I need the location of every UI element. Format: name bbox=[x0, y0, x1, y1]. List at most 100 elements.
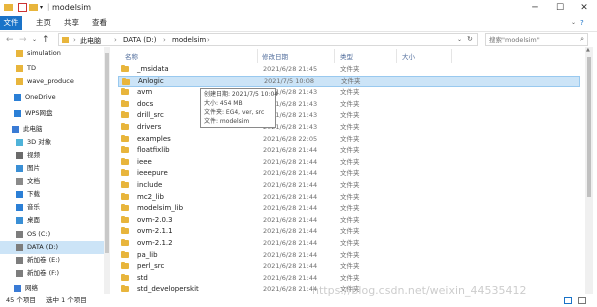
sidebar-item[interactable]: 网络 bbox=[0, 282, 104, 294]
file-row[interactable]: modelsim_lib 2021/6/28 21:44 文件夹 bbox=[118, 203, 580, 214]
recent-dropdown-icon[interactable]: ⌄ bbox=[32, 35, 37, 45]
sidebar-scroll-thumb[interactable] bbox=[105, 53, 109, 253]
file-row[interactable]: mc2_lib 2021/6/28 21:44 文件夹 bbox=[118, 192, 580, 203]
sidebar-item[interactable]: WPS网盘 bbox=[0, 107, 104, 120]
sidebar-item[interactable]: 音乐 bbox=[0, 201, 104, 214]
sidebar-item[interactable]: 文档 bbox=[0, 175, 104, 188]
file-name: ovm-2.1.2 bbox=[137, 239, 173, 247]
search-icon[interactable]: ⌕ bbox=[580, 35, 584, 44]
tab-home[interactable]: 主页 bbox=[30, 16, 57, 30]
file-name: std bbox=[137, 273, 148, 282]
address-folder-icon bbox=[62, 37, 69, 43]
column-divider[interactable] bbox=[334, 49, 335, 63]
file-name: modelsim_lib bbox=[137, 204, 184, 213]
file-row[interactable]: examples 2021/6/28 22:05 文件夹 bbox=[118, 134, 580, 145]
file-list-scrollbar[interactable]: ▲ bbox=[585, 47, 593, 294]
file-name: include bbox=[137, 181, 163, 189]
sidebar-item[interactable]: 图片 bbox=[0, 162, 104, 175]
folder-icon bbox=[121, 227, 129, 235]
properties-icon[interactable] bbox=[18, 3, 27, 12]
sidebar-item[interactable]: 桌面 bbox=[0, 214, 104, 227]
breadcrumb-modelsim[interactable]: modelsim bbox=[172, 36, 206, 44]
search-input[interactable] bbox=[489, 35, 569, 44]
tab-view[interactable]: 查看 bbox=[86, 16, 113, 30]
address-dropdown-icon[interactable]: ⌄ bbox=[457, 36, 462, 43]
up-arrow-icon[interactable]: ↑ bbox=[42, 35, 50, 45]
tab-file[interactable]: 文件 bbox=[0, 16, 22, 30]
help-icon[interactable]: ? bbox=[580, 16, 584, 30]
file-row[interactable]: avm 2021/6/28 21:43 文件夹 bbox=[118, 87, 580, 98]
file-row[interactable]: ieee 2021/6/28 21:44 文件夹 bbox=[118, 157, 580, 168]
folder-icon bbox=[121, 65, 129, 72]
sidebar-item[interactable]: OneDrive bbox=[0, 91, 104, 104]
tab-share[interactable]: 共享 bbox=[58, 16, 85, 30]
new-folder-icon[interactable] bbox=[29, 4, 38, 11]
file-row[interactable]: pa_lib 2021/6/28 21:44 文件夹 bbox=[118, 250, 580, 261]
large-icons-view-icon[interactable] bbox=[578, 297, 586, 304]
file-list-scroll-thumb[interactable] bbox=[587, 57, 591, 197]
folder-icon bbox=[121, 239, 129, 246]
folder-icon bbox=[121, 285, 129, 293]
column-divider[interactable] bbox=[451, 49, 452, 63]
file-row[interactable]: std 2021/6/28 21:44 文件夹 bbox=[118, 273, 580, 284]
sidebar-item[interactable]: 新加卷 (F:) bbox=[0, 267, 104, 280]
column-header-size[interactable]: 大小 bbox=[402, 51, 415, 61]
sidebar-item[interactable]: 此电脑 bbox=[0, 123, 104, 136]
file-name: drivers bbox=[137, 123, 162, 131]
file-row[interactable]: floatfixlib 2021/6/28 21:44 文件夹 bbox=[118, 145, 580, 156]
folder-icon bbox=[121, 146, 129, 154]
sidebar-item[interactable]: 3D 对象 bbox=[0, 136, 104, 149]
file-row[interactable]: perl_src 2021/6/28 21:44 文件夹 bbox=[118, 261, 580, 272]
address-bar[interactable]: › 此电脑 › DATA (D:) › modelsim › ⌄ ↻ bbox=[58, 33, 478, 46]
file-row[interactable]: drivers 2021/6/28 21:43 文件夹 bbox=[118, 122, 580, 133]
column-header-name[interactable]: 名称 bbox=[125, 51, 138, 61]
sidebar-item[interactable]: 新加卷 (E:) bbox=[0, 254, 104, 267]
scroll-up-icon[interactable]: ▲ bbox=[586, 47, 590, 53]
sidebar-item[interactable]: 下载 bbox=[0, 188, 104, 201]
breadcrumb-this-pc[interactable]: 此电脑 bbox=[80, 36, 101, 46]
file-type: 文件夹 bbox=[340, 192, 360, 201]
window-title: modelsim bbox=[52, 3, 92, 12]
file-list: _msidata 2021/6/28 21:45 文件夹 Anlogic 2021/7/… bbox=[111, 64, 581, 294]
column-header-type[interactable]: 类型 bbox=[340, 51, 353, 61]
sidebar-item[interactable]: wave_produce bbox=[0, 75, 104, 88]
back-arrow-icon[interactable]: ← bbox=[6, 35, 14, 45]
file-row[interactable]: ovm-2.1.2 2021/6/28 21:44 文件夹 bbox=[118, 238, 580, 249]
file-modified-date: 2021/6/28 21:45 bbox=[263, 65, 318, 73]
sidebar-item[interactable]: simulation bbox=[0, 47, 104, 60]
file-row[interactable]: include 2021/6/28 21:44 文件夹 bbox=[118, 180, 580, 191]
sidebar-item-label: 桌面 bbox=[27, 216, 40, 224]
file-row[interactable]: ieeepure 2021/6/28 21:44 文件夹 bbox=[118, 168, 580, 179]
search-box[interactable]: ⌕ bbox=[485, 33, 588, 46]
sidebar-item[interactable]: 视频 bbox=[0, 149, 104, 162]
desktop-icon bbox=[16, 217, 23, 224]
file-row[interactable]: drill_src 2021/6/28 21:43 文件夹 bbox=[118, 110, 580, 121]
file-row[interactable]: Anlogic 2021/7/5 10:08 文件夹 bbox=[118, 75, 580, 87]
column-header-date[interactable]: 修改日期 bbox=[262, 51, 288, 61]
sidebar-item-label: OS (C:) bbox=[27, 230, 51, 238]
file-row[interactable]: docs 2021/6/28 21:43 文件夹 bbox=[118, 99, 580, 110]
folder-icon bbox=[121, 181, 129, 188]
column-divider[interactable] bbox=[257, 49, 258, 63]
file-modified-date: 2021/6/28 21:44 bbox=[263, 262, 318, 271]
forward-arrow-icon[interactable]: → bbox=[19, 35, 27, 45]
details-view-icon[interactable] bbox=[564, 297, 572, 304]
video-icon bbox=[16, 152, 23, 159]
sidebar-item[interactable]: OS (C:) bbox=[0, 228, 104, 241]
sidebar-item-label: 网络 bbox=[25, 284, 38, 292]
maximize-button[interactable]: ☐ bbox=[550, 0, 570, 16]
sidebar-item[interactable]: DATA (D:) bbox=[0, 241, 104, 254]
tooltip-folders: 文件夹: EG4, ver, src bbox=[204, 109, 265, 116]
file-row[interactable]: _msidata 2021/6/28 21:45 文件夹 bbox=[118, 64, 580, 75]
document-icon bbox=[16, 178, 23, 185]
column-divider[interactable] bbox=[396, 49, 397, 63]
sidebar-item[interactable]: TD bbox=[0, 62, 104, 75]
close-button[interactable]: ✕ bbox=[574, 0, 594, 16]
breadcrumb-data-drive[interactable]: DATA (D:) bbox=[123, 36, 156, 44]
file-row[interactable]: ovm-2.1.1 2021/6/28 21:44 文件夹 bbox=[118, 226, 580, 237]
refresh-icon[interactable]: ↻ bbox=[467, 35, 473, 43]
minimize-button[interactable]: ─ bbox=[525, 0, 545, 16]
sidebar-scrollbar[interactable] bbox=[104, 47, 110, 294]
file-row[interactable]: ovm-2.0.3 2021/6/28 21:44 文件夹 bbox=[118, 215, 580, 226]
file-type: 文件夹 bbox=[340, 204, 360, 213]
